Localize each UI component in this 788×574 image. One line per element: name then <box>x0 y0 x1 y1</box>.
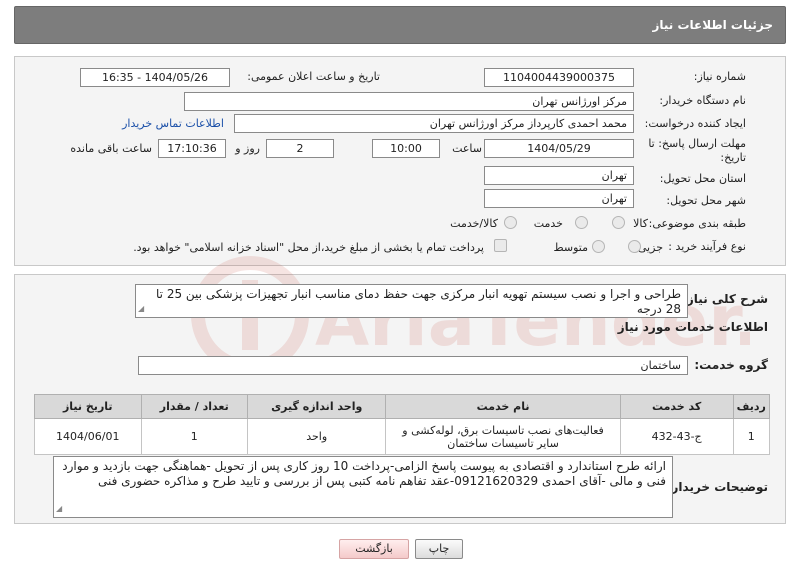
province-label: استان محل تحویل: <box>659 172 746 185</box>
buyer-field[interactable]: مرکز اورژانس تهران <box>184 92 634 111</box>
remaining-label: ساعت باقی مانده <box>70 142 152 155</box>
category-option-both-label: کالا/خدمت <box>450 217 498 230</box>
need-number-field[interactable]: 1104004439000375 <box>484 68 634 87</box>
col-date: تاریخ نیاز <box>34 394 142 419</box>
col-row: ردیف <box>732 394 771 419</box>
city-label: شهر محل تحویل: <box>666 194 746 207</box>
buyer-notes-text: ارائه طرح استاندارد و اقتصادی به پیوست پ… <box>62 459 666 488</box>
resize-grip-icon[interactable]: ◢ <box>138 301 144 316</box>
creator-label: ایجاد کننده درخواست: <box>644 117 746 130</box>
resize-grip-icon[interactable]: ◢ <box>56 501 62 516</box>
need-number-label: شماره نیاز: <box>693 70 746 83</box>
summary-label: شرح کلی نیاز: <box>682 292 768 306</box>
category-option-both-radio[interactable] <box>504 216 517 229</box>
back-button[interactable]: بازگشت <box>339 539 409 559</box>
announce-label: تاریخ و ساعت اعلان عمومی: <box>247 70 380 83</box>
service-group-field[interactable]: ساختمان <box>138 356 688 375</box>
category-option-service-label: خدمت <box>533 217 563 230</box>
cell-unit: واحد <box>246 418 387 455</box>
buyer-label: نام دستگاه خریدار: <box>659 94 746 107</box>
summary-textarea[interactable]: طراحی و اجرا و نصب سیستم تهویه انبار مرک… <box>135 284 688 318</box>
days-label: روز و <box>235 142 260 155</box>
deadline-label-date: تاریخ: <box>720 151 746 164</box>
cell-date: 1404/06/01 <box>34 418 142 455</box>
deadline-date-field[interactable]: 1404/05/29 <box>484 139 634 158</box>
deadline-time-field[interactable]: 10:00 <box>372 139 440 158</box>
category-label: طبقه بندی موضوعی: <box>648 217 746 230</box>
need-info-panel <box>14 56 786 266</box>
deadline-label: مهلت ارسال پاسخ: تا <box>648 137 746 150</box>
cell-name: فعالیت‌های نصب تاسیسات برق، لوله‌کشی و س… <box>385 418 621 455</box>
cell-code: ج-43-432 <box>619 418 734 455</box>
table-row: 1 ج-43-432 فعالیت‌های نصب تاسیسات برق، ل… <box>34 418 771 455</box>
summary-text: طراحی و اجرا و نصب سیستم تهویه انبار مرک… <box>156 287 681 316</box>
buyer-notes-textarea[interactable]: ارائه طرح استاندارد و اقتصادی به پیوست پ… <box>53 456 673 518</box>
city-field[interactable]: تهران <box>484 189 634 208</box>
col-unit: واحد اندازه گیری <box>246 394 387 419</box>
services-table-header: ردیف کد خدمت نام خدمت واحد اندازه گیری ت… <box>34 394 771 419</box>
category-option-service-radio[interactable] <box>575 216 588 229</box>
category-option-goods-label: کالا <box>633 217 648 230</box>
days-field[interactable]: 2 <box>266 139 334 158</box>
announce-field[interactable]: 1404/05/26 - 16:35 <box>80 68 230 87</box>
contact-buyer-link[interactable]: اطلاعات تماس خریدار <box>122 117 224 130</box>
col-name: نام خدمت <box>385 394 621 419</box>
category-option-goods-radio[interactable] <box>612 216 625 229</box>
province-field[interactable]: تهران <box>484 166 634 185</box>
buyer-notes-label: توضیحات خریدار: <box>666 480 768 494</box>
creator-field[interactable]: محمد احمدی کارپرداز مرکز اورژانس تهران <box>234 114 634 133</box>
col-qty: تعداد / مقدار <box>140 394 249 419</box>
deadline-time-label: ساعت <box>452 142 482 155</box>
remaining-time-field[interactable]: 17:10:36 <box>158 139 226 158</box>
col-code: کد خدمت <box>619 394 734 419</box>
services-table: ردیف کد خدمت نام خدمت واحد اندازه گیری ت… <box>34 394 771 455</box>
services-section-title: اطلاعات خدمات مورد نیاز <box>617 320 768 334</box>
cell-row: 1 <box>732 418 771 455</box>
service-group-label: گروه خدمت: <box>694 358 768 372</box>
page-title: جزئیات اطلاعات نیاز <box>652 18 773 32</box>
print-button[interactable]: چاپ <box>415 539 463 559</box>
page-header: جزئیات اطلاعات نیاز <box>14 6 786 44</box>
cell-qty: 1 <box>140 418 249 455</box>
